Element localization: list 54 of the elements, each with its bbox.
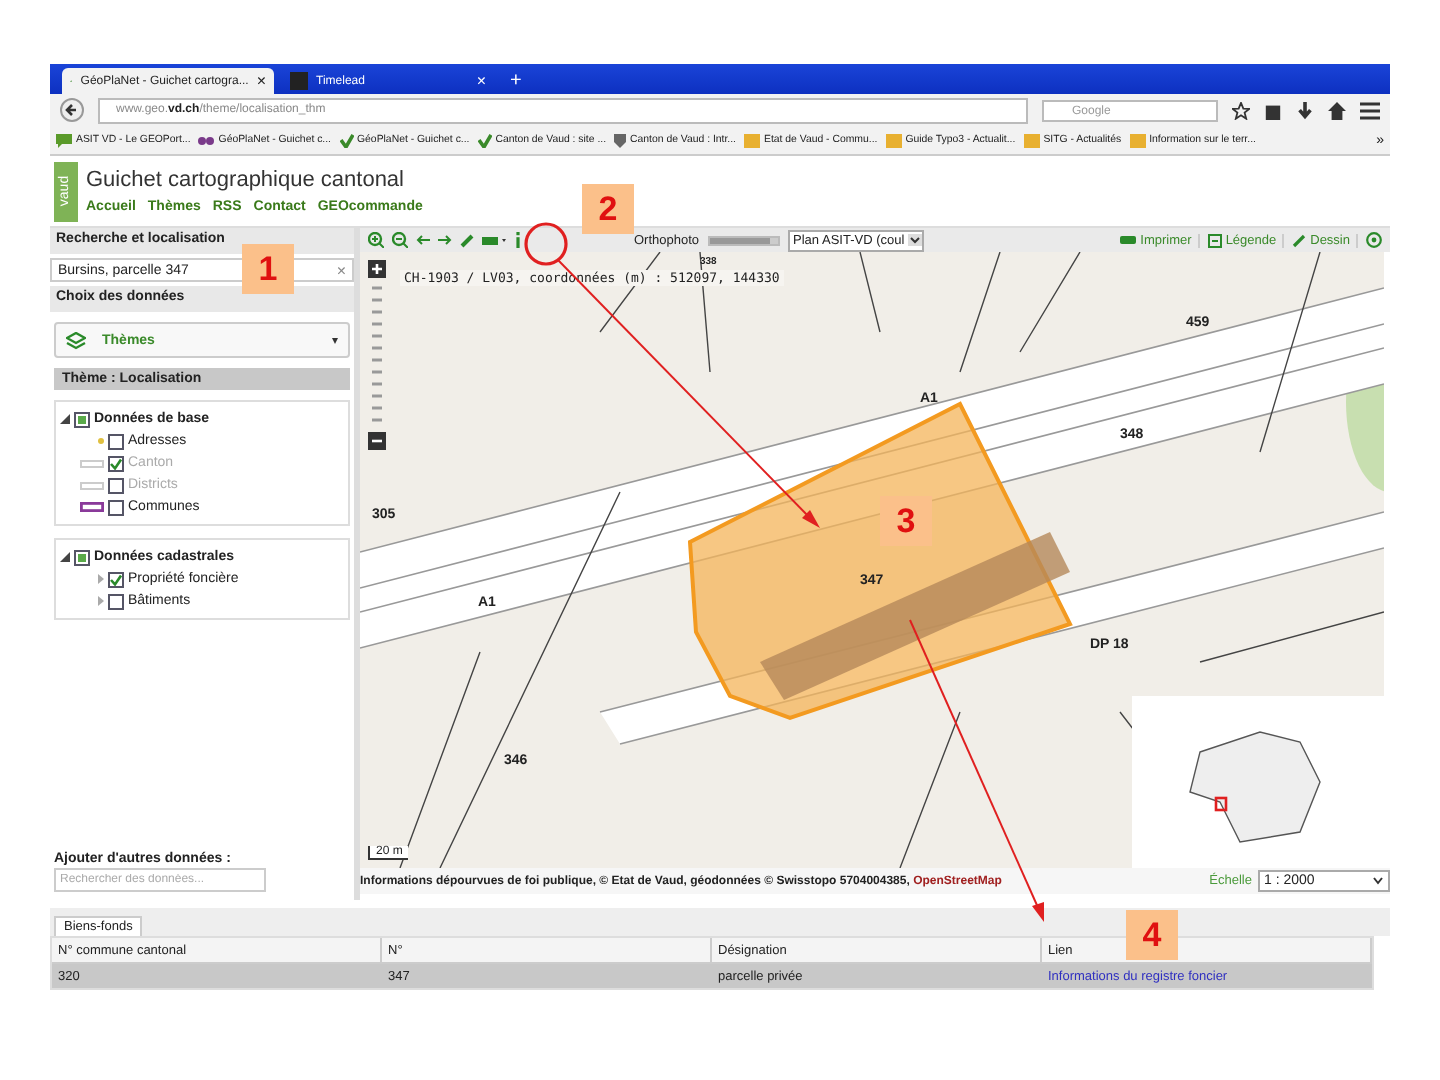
folder-icon	[1023, 133, 1040, 147]
caret-icon	[332, 337, 338, 343]
line-symbol-icon	[80, 481, 104, 489]
check-icon	[477, 133, 492, 147]
expand-icon[interactable]	[60, 552, 70, 562]
annotation-circle	[524, 222, 568, 266]
glasses-icon	[198, 135, 215, 145]
zoom-in-icon[interactable]	[368, 232, 384, 248]
new-tab-button[interactable]: +	[502, 68, 530, 94]
checkbox[interactable]	[108, 571, 124, 587]
annotation-number: 3	[880, 496, 932, 546]
ruler-icon[interactable]	[482, 235, 506, 245]
opacity-slider[interactable]	[707, 235, 780, 245]
shield-icon	[614, 133, 627, 147]
clear-button[interactable]: ×	[336, 261, 346, 279]
folder-icon	[744, 133, 760, 147]
annotation-number: 1	[242, 244, 294, 294]
pencil-icon	[1292, 233, 1307, 247]
expand-icon[interactable]	[60, 414, 70, 424]
check-icon	[339, 133, 354, 147]
help-icon[interactable]	[1366, 232, 1382, 248]
close-tab-button[interactable]: ×	[476, 72, 486, 90]
back-icon[interactable]	[60, 98, 84, 122]
printer-icon	[1120, 234, 1137, 246]
line-symbol-icon	[80, 459, 104, 467]
forward-arrow-icon[interactable]	[438, 234, 452, 246]
download-icon[interactable]	[1296, 101, 1314, 119]
menu-icon[interactable]	[1360, 101, 1380, 119]
annotation-number: 4	[1126, 910, 1178, 960]
back-arrow-icon[interactable]	[416, 234, 430, 246]
close-tab-button[interactable]: ×	[256, 72, 266, 90]
annotation-number: 2	[582, 184, 634, 234]
zoom-in-button[interactable]	[368, 260, 386, 278]
checkbox[interactable]	[108, 433, 124, 449]
layers-icon	[66, 331, 86, 349]
app-title: Guichet cartographique cantonal	[86, 168, 406, 192]
caret-icon	[908, 234, 923, 246]
checkbox[interactable]	[74, 549, 90, 565]
speech-bubble-icon	[56, 133, 72, 147]
zoom-out-button[interactable]	[368, 432, 386, 450]
zoom-out-icon[interactable]	[392, 232, 408, 248]
home-icon[interactable]	[1328, 101, 1346, 119]
area-symbol-icon	[80, 502, 104, 512]
folder-icon	[885, 133, 902, 147]
caret-icon	[1372, 876, 1384, 886]
checkbox[interactable]	[108, 593, 124, 609]
legend-icon	[1207, 233, 1222, 247]
folder-icon	[1129, 133, 1146, 147]
site-icon	[290, 72, 308, 90]
info-icon[interactable]	[514, 232, 522, 248]
checkbox[interactable]	[74, 411, 90, 427]
star-icon[interactable]	[1232, 101, 1250, 119]
point-symbol-icon	[98, 438, 104, 444]
checkbox[interactable]	[108, 499, 124, 515]
